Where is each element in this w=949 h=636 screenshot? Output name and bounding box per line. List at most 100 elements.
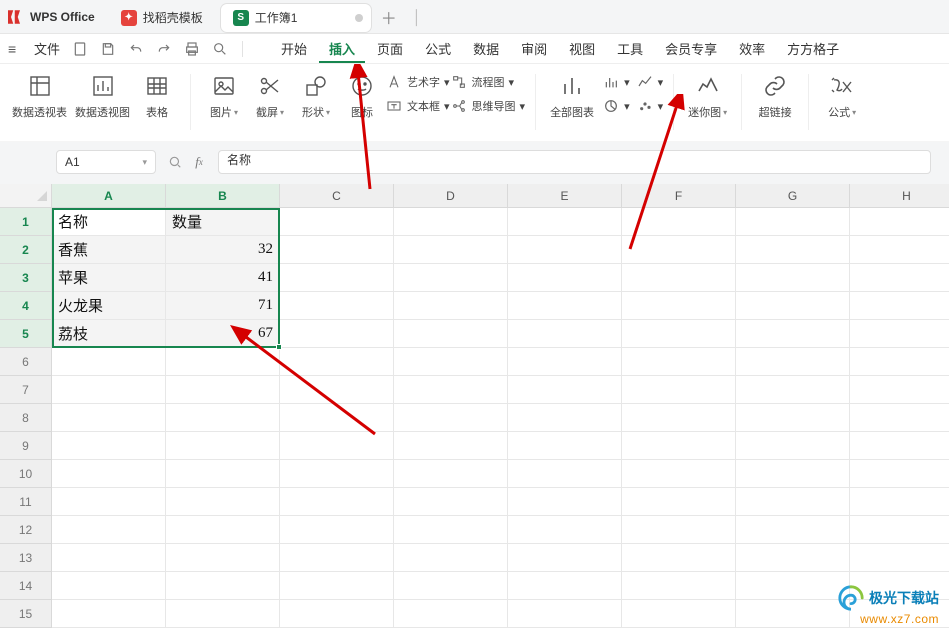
row-header-1[interactable]: 1	[0, 208, 52, 236]
spreadsheet-grid[interactable]: A B C D E F G H 1 2 3 4 5 6 7 8 9 10 11 …	[0, 184, 949, 634]
row-header-10[interactable]: 10	[0, 460, 52, 488]
menu-tab-insert[interactable]: 插入	[319, 35, 365, 63]
row-header-5[interactable]: 5	[0, 320, 52, 348]
sparkline-button[interactable]: 迷你图▾	[684, 70, 731, 122]
redo-icon[interactable]	[154, 39, 174, 59]
tab-template[interactable]: ✦ 找稻壳模板	[109, 4, 215, 32]
title-bar: WPS Office ✦ 找稻壳模板 S 工作簿1 ＋ │	[0, 0, 949, 34]
row-header-11[interactable]: 11	[0, 488, 52, 516]
formula-bar: A1 ▾ fx 名称	[0, 148, 949, 176]
pie-chart-icon	[602, 97, 620, 115]
cell-A2[interactable]: 香蕉	[52, 236, 166, 264]
print-icon[interactable]	[182, 39, 202, 59]
menu-tab-tools[interactable]: 工具	[607, 35, 653, 62]
tab-document[interactable]: S 工作簿1	[221, 4, 371, 32]
row-header-15[interactable]: 15	[0, 600, 52, 628]
mindmap-button[interactable]: 思维导图▾	[450, 96, 526, 116]
cell-A4[interactable]: 火龙果	[52, 292, 166, 320]
menu-file[interactable]: 文件	[34, 39, 60, 58]
row-header-14[interactable]: 14	[0, 572, 52, 600]
name-box-value: A1	[65, 155, 80, 169]
row-header-9[interactable]: 9	[0, 432, 52, 460]
select-all-corner[interactable]	[0, 184, 52, 208]
row-header-6[interactable]: 6	[0, 348, 52, 376]
col-header-E[interactable]: E	[508, 184, 622, 208]
col-header-H[interactable]: H	[850, 184, 949, 208]
cell-B1[interactable]: 数量	[166, 208, 280, 236]
tab-close-icon[interactable]	[355, 14, 363, 22]
menu-tab-view[interactable]: 视图	[559, 35, 605, 62]
pivot-table-button[interactable]: 数据透视表	[8, 70, 71, 122]
menu-tab-page[interactable]: 页面	[367, 35, 413, 62]
picture-button[interactable]: 图片▾	[201, 70, 247, 122]
save-icon[interactable]	[98, 39, 118, 59]
col-header-C[interactable]: C	[280, 184, 394, 208]
picture-icon	[212, 72, 236, 100]
pie-chart-button[interactable]: ▾	[602, 96, 630, 116]
cancel-fx-icon[interactable]	[166, 153, 184, 171]
row-header-2[interactable]: 2	[0, 236, 52, 264]
cell-B4[interactable]: 71	[166, 292, 280, 320]
cell-A3[interactable]: 苹果	[52, 264, 166, 292]
pivot-table-icon	[28, 72, 52, 100]
table-button[interactable]: 表格	[134, 70, 180, 122]
new-icon[interactable]	[70, 39, 90, 59]
row-header-8[interactable]: 8	[0, 404, 52, 432]
tab-document-label: 工作簿1	[255, 9, 298, 26]
col-header-F[interactable]: F	[622, 184, 736, 208]
cell-B5[interactable]: 67	[166, 320, 280, 348]
wordart-button[interactable]: 艺术字▾	[385, 72, 450, 92]
watermark-site: 极光下载站	[869, 588, 939, 608]
undo-icon[interactable]	[126, 39, 146, 59]
cell-A1[interactable]: 名称	[52, 208, 166, 236]
column-chart-button[interactable]: ▾	[602, 72, 630, 92]
all-charts-button[interactable]: 全部图表	[546, 70, 598, 122]
row-header-3[interactable]: 3	[0, 264, 52, 292]
cell-B2[interactable]: 32	[166, 236, 280, 264]
mindmap-icon	[450, 97, 468, 115]
hamburger-icon[interactable]: ≡	[8, 41, 26, 57]
fill-handle[interactable]	[276, 344, 282, 350]
name-box[interactable]: A1 ▾	[56, 150, 156, 174]
scatter-chart-button[interactable]: ▾	[636, 96, 664, 116]
menu-tab-data[interactable]: 数据	[463, 35, 509, 62]
row-header-13[interactable]: 13	[0, 544, 52, 572]
formula-input[interactable]: 名称	[218, 150, 931, 174]
formula-button[interactable]: 公式▾	[819, 70, 865, 122]
col-header-D[interactable]: D	[394, 184, 508, 208]
tab-menu-divider: │	[413, 9, 422, 25]
search-icon[interactable]	[210, 39, 230, 59]
column-headers: A B C D E F G H	[52, 184, 949, 208]
name-box-dropdown-icon[interactable]: ▾	[142, 157, 147, 168]
bar-chart-icon	[560, 72, 584, 100]
row-header-12[interactable]: 12	[0, 516, 52, 544]
hyperlink-button[interactable]: 超链接	[752, 70, 798, 122]
row-header-7[interactable]: 7	[0, 376, 52, 404]
menu-tab-member[interactable]: 会员专享	[655, 35, 727, 62]
menu-tab-fangfang[interactable]: 方方格子	[777, 35, 849, 62]
cell-B3[interactable]: 41	[166, 264, 280, 292]
textbox-button[interactable]: 文本框▾	[385, 96, 450, 116]
cell-A5[interactable]: 荔枝	[52, 320, 166, 348]
row-header-4[interactable]: 4	[0, 292, 52, 320]
menu-tab-review[interactable]: 审阅	[511, 35, 557, 62]
quick-icons	[70, 39, 230, 59]
add-tab-button[interactable]: ＋	[377, 5, 401, 29]
shape-button[interactable]: 形状▾	[293, 70, 339, 122]
tab-template-label: 找稻壳模板	[143, 9, 203, 26]
menu-tab-formula[interactable]: 公式	[415, 35, 461, 62]
menu-tab-efficiency[interactable]: 效率	[729, 35, 775, 62]
pivot-chart-button[interactable]: 数据透视图	[71, 70, 134, 122]
menu-tab-start[interactable]: 开始	[271, 35, 317, 62]
fx-icon[interactable]: fx	[190, 153, 208, 171]
line-chart-button[interactable]: ▾	[636, 72, 664, 92]
flowchart-button[interactable]: 流程图▾	[450, 72, 526, 92]
flowchart-icon	[450, 73, 468, 91]
col-header-A[interactable]: A	[52, 184, 166, 208]
col-header-B[interactable]: B	[166, 184, 280, 208]
cells-area[interactable]: 名称数量 香蕉32 苹果41 火龙果71 荔枝67	[52, 208, 949, 628]
icon-button[interactable]: 图标	[339, 70, 385, 122]
col-header-G[interactable]: G	[736, 184, 850, 208]
screenshot-button[interactable]: 截屏▾	[247, 70, 293, 122]
sticker-icon	[350, 72, 374, 100]
